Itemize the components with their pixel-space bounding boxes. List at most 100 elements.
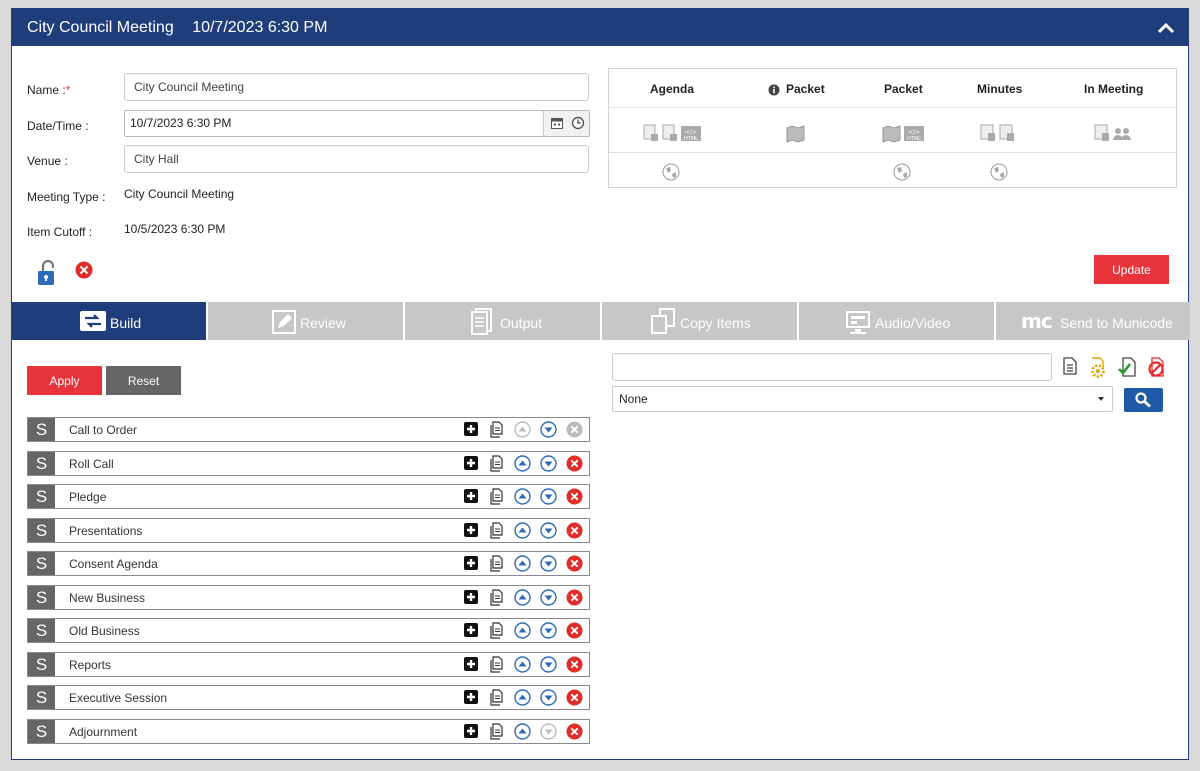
- tab-audio-video[interactable]: Audio/Video: [799, 302, 996, 340]
- tab-send-to-municode[interactable]: mc Send to Municode: [996, 302, 1190, 340]
- datetime-input[interactable]: 10/7/2023 6:30 PM: [130, 116, 231, 130]
- item-search-input[interactable]: [612, 353, 1052, 381]
- delete-section-icon[interactable]: [566, 656, 583, 673]
- copy-document-icon[interactable]: [489, 655, 505, 673]
- copy-document-icon[interactable]: [489, 622, 505, 639]
- clear-search-icon[interactable]: [1146, 357, 1168, 377]
- move-up-icon[interactable]: [514, 454, 531, 472]
- move-up-icon[interactable]: [514, 655, 531, 673]
- section-row[interactable]: S Call to Order: [27, 417, 590, 442]
- move-down-icon[interactable]: [540, 488, 557, 505]
- section-row[interactable]: S Reports: [27, 651, 590, 677]
- delete-section-icon[interactable]: [566, 589, 583, 606]
- delete-section-icon[interactable]: [566, 555, 583, 572]
- copy-document-icon[interactable]: [489, 421, 505, 438]
- move-up-icon[interactable]: [514, 521, 531, 539]
- tab-build[interactable]: Build: [12, 302, 208, 340]
- new-item-icon[interactable]: [1062, 357, 1078, 375]
- delete-section-icon[interactable]: [566, 522, 583, 539]
- delete-section-icon[interactable]: [566, 689, 583, 706]
- clock-icon[interactable]: [571, 116, 585, 130]
- move-down-icon[interactable]: [540, 588, 557, 606]
- info-icon[interactable]: [768, 84, 780, 96]
- cancel-meeting-icon[interactable]: [75, 261, 93, 279]
- section-row[interactable]: S Presentations: [27, 517, 590, 543]
- reset-button[interactable]: Reset: [106, 366, 181, 395]
- packet-globe-icon[interactable]: [893, 163, 911, 181]
- tab-copy-items[interactable]: Copy Items: [602, 302, 799, 340]
- add-item-icon[interactable]: [463, 455, 479, 471]
- packet-map-icon[interactable]: [786, 124, 806, 144]
- svg-text:</>: </>: [685, 129, 697, 136]
- move-down-icon[interactable]: [540, 689, 557, 706]
- minutes-publish-icons[interactable]: [980, 124, 1020, 144]
- agenda-globe-icon[interactable]: [662, 163, 680, 181]
- add-item-icon[interactable]: [463, 656, 479, 672]
- packet-publish-icons[interactable]: </>HTML: [882, 124, 926, 144]
- section-row[interactable]: S Old Business: [27, 618, 590, 643]
- move-down-icon[interactable]: [540, 421, 557, 438]
- move-down-icon[interactable]: [540, 722, 557, 740]
- move-down-icon[interactable]: [540, 555, 557, 572]
- move-up-icon[interactable]: [514, 488, 531, 505]
- item-settings-icon[interactable]: [1088, 357, 1110, 379]
- delete-section-icon[interactable]: [566, 622, 583, 639]
- section-row[interactable]: S Roll Call: [27, 450, 590, 476]
- add-item-icon[interactable]: [463, 589, 479, 605]
- agenda-publish-icons[interactable]: </>HTML: [643, 124, 703, 144]
- add-item-icon[interactable]: [463, 555, 479, 571]
- delete-section-icon[interactable]: [566, 421, 583, 438]
- delete-section-icon[interactable]: [566, 488, 583, 505]
- section-row[interactable]: S Executive Session: [27, 685, 590, 710]
- move-up-icon[interactable]: [514, 555, 531, 572]
- add-item-icon[interactable]: [463, 488, 479, 504]
- in-meeting-icons[interactable]: [1094, 124, 1134, 144]
- move-up-icon[interactable]: [514, 689, 531, 706]
- datetime-field[interactable]: 10/7/2023 6:30 PM: [124, 110, 590, 137]
- add-item-icon[interactable]: [463, 522, 479, 538]
- copy-document-icon[interactable]: [489, 689, 505, 706]
- calendar-icon[interactable]: [551, 117, 563, 129]
- section-row[interactable]: S Consent Agenda: [27, 551, 590, 576]
- publish-grid: Agenda Packet Packet Minutes In Meeting …: [608, 68, 1177, 188]
- update-button[interactable]: Update: [1094, 255, 1169, 284]
- minutes-globe-icon[interactable]: [990, 163, 1008, 181]
- move-up-icon[interactable]: [514, 421, 531, 438]
- section-row[interactable]: S Pledge: [27, 484, 590, 509]
- unlock-icon[interactable]: [36, 259, 60, 287]
- import-item-icon[interactable]: [1118, 357, 1138, 377]
- add-item-icon[interactable]: [463, 421, 479, 437]
- filter-select[interactable]: None: [612, 386, 1113, 412]
- add-item-icon[interactable]: [463, 622, 479, 638]
- svg-text:HTML: HTML: [684, 136, 698, 142]
- tab-output-label: Output: [500, 315, 543, 331]
- add-item-icon[interactable]: [463, 723, 479, 739]
- move-up-icon[interactable]: [514, 722, 531, 740]
- move-down-icon[interactable]: [540, 454, 557, 472]
- move-up-icon[interactable]: [514, 588, 531, 606]
- chevron-up-icon[interactable]: [1156, 18, 1176, 38]
- section-row[interactable]: S New Business: [27, 584, 590, 610]
- section-row[interactable]: S Adjournment: [27, 718, 590, 744]
- venue-input[interactable]: [124, 145, 589, 173]
- delete-section-icon[interactable]: [566, 723, 583, 740]
- delete-section-icon[interactable]: [566, 455, 583, 472]
- move-down-icon[interactable]: [540, 521, 557, 539]
- apply-button[interactable]: Apply: [27, 366, 102, 395]
- name-input[interactable]: [124, 73, 589, 101]
- copy-document-icon[interactable]: [489, 722, 505, 740]
- move-down-icon[interactable]: [540, 655, 557, 673]
- copy-document-icon[interactable]: [489, 454, 505, 472]
- copy-document-icon[interactable]: [489, 488, 505, 505]
- move-up-icon[interactable]: [514, 622, 531, 639]
- copy-document-icon[interactable]: [489, 521, 505, 539]
- section-name: Presentations: [69, 523, 143, 538]
- add-item-icon[interactable]: [463, 689, 479, 705]
- move-down-icon[interactable]: [540, 622, 557, 639]
- copy-document-icon[interactable]: [489, 555, 505, 572]
- section-name: Executive Session: [69, 691, 168, 705]
- tab-review[interactable]: Review: [208, 302, 405, 340]
- tab-output[interactable]: Output: [405, 302, 602, 340]
- search-button[interactable]: [1124, 388, 1163, 412]
- copy-document-icon[interactable]: [489, 588, 505, 606]
